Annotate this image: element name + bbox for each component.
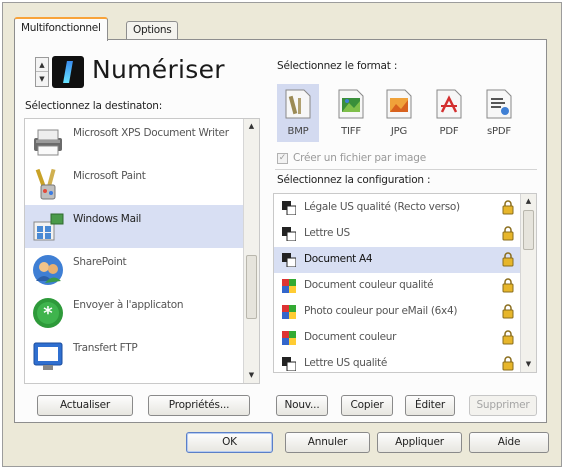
create-file-per-image-label: Créer un fichier par image	[293, 152, 426, 164]
destination-label: Sélectionnez la destinaton:	[25, 100, 163, 112]
bmp-file-icon	[285, 89, 311, 119]
configuration-item[interactable]: Photo couleur pour eMail (6x4)	[274, 299, 521, 325]
create-file-per-image-checkbox[interactable]: ✓	[277, 153, 288, 164]
tab-options[interactable]: Options	[126, 21, 179, 40]
destination-item-label: Transfert FTP	[73, 342, 138, 354]
function-spinner[interactable]: ▲ ▼	[35, 57, 49, 87]
ftp-transfer-icon	[33, 342, 63, 370]
format-bmp[interactable]: BMP	[277, 84, 319, 142]
edit-configuration-button[interactable]: Éditer	[405, 395, 455, 416]
destination-item-label: Microsoft Paint	[73, 170, 146, 182]
spin-down-icon[interactable]: ▼	[36, 72, 48, 86]
configuration-item-label: Lettre US	[304, 227, 350, 239]
ok-button[interactable]: OK	[186, 432, 273, 453]
format-label-text: BMP	[287, 126, 309, 137]
properties-button[interactable]: Propriétés...	[148, 395, 250, 416]
destination-item-paint[interactable]: Microsoft Paint	[25, 162, 245, 205]
bw-document-icon	[282, 201, 296, 215]
help-button[interactable]: Aide	[469, 432, 549, 453]
send-to-application-icon: *	[33, 298, 63, 328]
destination-item-send-to-application[interactable]: * Envoyer à l'applicaton	[25, 291, 245, 334]
format-label-text: TIFF	[341, 126, 361, 137]
divider	[275, 169, 537, 170]
configuration-item[interactable]: Lettre US	[274, 221, 521, 247]
bw-document-icon	[282, 253, 296, 267]
paint-brush-icon	[35, 168, 56, 200]
configuration-item[interactable]: Légale US qualité (Recto verso)	[274, 195, 521, 221]
configuration-item[interactable]: Document couleur qualité	[274, 273, 521, 299]
cancel-button[interactable]: Annuler	[285, 432, 370, 453]
printer-icon	[34, 129, 62, 156]
sharepoint-icon	[33, 255, 63, 285]
dialog-window: Multifonctionnel Options ▲ ▼ Numériser S…	[2, 2, 562, 467]
configuration-item-label: Document couleur	[304, 331, 397, 343]
spdf-file-icon	[486, 89, 512, 119]
scroll-thumb[interactable]	[523, 210, 534, 250]
destination-item-sharepoint[interactable]: SharePoint	[25, 248, 245, 291]
lock-icon	[502, 252, 514, 267]
scroll-up-icon[interactable]: ▲	[244, 119, 259, 134]
destination-item-ftp[interactable]: Transfert FTP	[25, 334, 245, 377]
pdf-file-icon	[436, 89, 462, 119]
destination-item-label: Windows Mail	[73, 213, 141, 225]
color-document-icon	[282, 305, 296, 319]
format-label-text: PDF	[439, 126, 459, 137]
spin-up-icon[interactable]: ▲	[36, 58, 48, 72]
color-document-icon	[282, 279, 296, 293]
apply-button[interactable]: Appliquer	[377, 432, 462, 453]
configuration-scrollbar[interactable]: ▲ ▼	[520, 194, 536, 372]
bw-document-icon	[282, 227, 296, 241]
function-title: Numériser	[92, 55, 225, 84]
configuration-item-label: Document A4	[304, 253, 373, 265]
destination-item-label: Microsoft XPS Document Writer	[73, 127, 229, 139]
scroll-down-icon[interactable]: ▼	[521, 357, 536, 372]
bw-document-icon	[282, 357, 296, 371]
destination-list[interactable]: Microsoft XPS Document Writer Microsoft …	[24, 118, 260, 384]
format-label: Sélectionnez le format :	[277, 60, 398, 72]
scroll-up-icon[interactable]: ▲	[521, 194, 536, 209]
configuration-item-label: Photo couleur pour eMail (6x4)	[304, 305, 458, 317]
color-document-icon	[282, 331, 296, 345]
format-label-text: JPG	[390, 126, 408, 137]
destination-item-windows-mail[interactable]: Windows Mail	[25, 205, 245, 248]
configuration-item-label: Lettre US qualité	[304, 357, 387, 369]
format-pdf[interactable]: PDF	[428, 84, 470, 142]
lock-icon	[502, 356, 514, 371]
tab-multifonctionnel[interactable]: Multifonctionnel	[14, 17, 108, 41]
lock-icon	[502, 330, 514, 345]
destination-item-label: Envoyer à l'applicaton	[73, 299, 184, 311]
windows-mail-icon	[33, 213, 64, 241]
configuration-item-label: Légale US qualité (Recto verso)	[304, 201, 460, 213]
scroll-down-icon[interactable]: ▼	[244, 368, 259, 383]
destination-scrollbar[interactable]: ▲ ▼	[243, 119, 259, 383]
lock-icon	[502, 278, 514, 293]
destination-item-label: SharePoint	[73, 256, 127, 268]
new-configuration-button[interactable]: Nouv...	[276, 395, 328, 416]
scan-function-icon	[52, 56, 84, 88]
jpg-file-icon	[386, 89, 412, 119]
configuration-item[interactable]: Document couleur	[274, 325, 521, 351]
scroll-thumb[interactable]	[246, 255, 257, 319]
refresh-button[interactable]: Actualiser	[37, 395, 133, 416]
lock-icon	[502, 226, 514, 241]
copy-configuration-button[interactable]: Copier	[341, 395, 393, 416]
svg-text:*: *	[43, 303, 53, 324]
tab-panel: ▲ ▼ Numériser Sélectionnez la destinaton…	[14, 39, 547, 423]
configuration-label: Sélectionnez la configuration :	[277, 174, 431, 186]
configuration-item-selected[interactable]: Document A4	[274, 247, 521, 273]
format-jpg[interactable]: JPG	[378, 84, 420, 142]
destination-item-xps[interactable]: Microsoft XPS Document Writer	[25, 119, 245, 162]
format-label-text: sPDF	[487, 126, 511, 137]
lock-icon	[502, 304, 514, 319]
tiff-file-icon	[338, 89, 364, 119]
format-spdf[interactable]: sPDF	[478, 84, 520, 142]
format-tiff[interactable]: TIFF	[330, 84, 372, 142]
delete-configuration-button[interactable]: Supprimer	[469, 395, 537, 416]
configuration-item-label: Document couleur qualité	[304, 279, 434, 291]
configuration-item[interactable]: Lettre US qualité	[274, 351, 521, 372]
configuration-list[interactable]: Légale US qualité (Recto verso) Lettre U…	[273, 193, 537, 373]
lock-icon	[502, 200, 514, 215]
